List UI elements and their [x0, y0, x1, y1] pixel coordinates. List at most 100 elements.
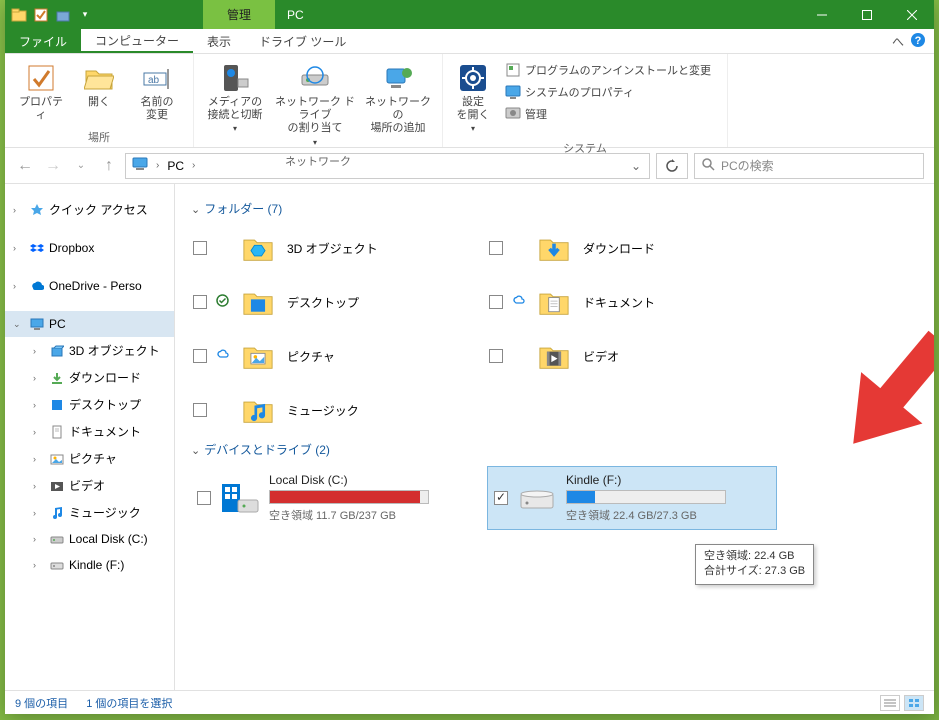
- computer-tab[interactable]: コンピューター: [81, 29, 193, 53]
- network-location-icon: [382, 62, 414, 94]
- content-pane[interactable]: フォルダー (7) 3D オブジェクトダウンロードデスクトップドキュメントピクチ…: [175, 184, 934, 690]
- nav-sub-item[interactable]: ›ミュージック: [5, 499, 174, 526]
- qat-new-folder-icon[interactable]: [55, 7, 71, 23]
- nav-sub-item[interactable]: ›ピクチャ: [5, 445, 174, 472]
- folder-item[interactable]: 3D オブジェクト: [191, 225, 481, 271]
- nav-quick-access[interactable]: › クイック アクセス: [5, 196, 174, 223]
- refresh-button[interactable]: [656, 153, 688, 179]
- system-properties-button[interactable]: システムのプロパティ: [501, 82, 715, 102]
- desktop-icon: [49, 397, 65, 413]
- expand-icon[interactable]: ›: [33, 400, 45, 410]
- properties-button[interactable]: プロパティ: [13, 58, 69, 126]
- item-checkbox[interactable]: [494, 491, 508, 505]
- close-button[interactable]: [889, 0, 934, 29]
- expand-icon[interactable]: ›: [13, 243, 25, 253]
- view-tab[interactable]: 表示: [193, 29, 245, 53]
- nav-sub-item[interactable]: › ドキュメント: [5, 418, 174, 445]
- folder-icon: [533, 281, 575, 323]
- nav-sub-item[interactable]: ›Kindle (F:): [5, 552, 174, 578]
- expand-icon[interactable]: ›: [33, 481, 45, 491]
- item-checkbox[interactable]: [193, 295, 207, 309]
- collapse-ribbon-icon[interactable]: へ: [892, 33, 904, 50]
- nav-sub-item[interactable]: ›3D オブジェクト: [5, 337, 174, 364]
- qat-dropdown-icon[interactable]: ▾: [77, 7, 93, 23]
- item-checkbox[interactable]: [193, 241, 207, 255]
- nav-item-label: ドキュメント: [69, 423, 141, 440]
- rename-button[interactable]: ab 名前の 変更: [129, 58, 185, 126]
- uninstall-programs-button[interactable]: プログラムのアンインストールと変更: [501, 60, 715, 80]
- large-icons-view-button[interactable]: [904, 695, 924, 711]
- item-checkbox[interactable]: [489, 241, 503, 255]
- item-checkbox[interactable]: [193, 349, 207, 363]
- nav-pc[interactable]: ⌄ PC: [5, 311, 174, 337]
- details-view-button[interactable]: [880, 695, 900, 711]
- breadcrumb-chevron-icon[interactable]: ›: [190, 160, 197, 171]
- address-history-dropdown[interactable]: ⌄: [629, 159, 643, 173]
- window-title: PC: [275, 0, 316, 29]
- folder-label: デスクトップ: [287, 294, 479, 311]
- drive-item[interactable]: Local Disk (C:)空き領域 11.7 GB/237 GB: [191, 466, 481, 530]
- folder-icon: [237, 227, 279, 269]
- title-bar: ▾ 管理 PC: [5, 0, 934, 29]
- dropbox-icon: [29, 240, 45, 256]
- drive-item[interactable]: Kindle (F:)空き領域 22.4 GB/27.3 GB: [487, 466, 777, 530]
- nav-onedrive[interactable]: › OneDrive - Perso: [5, 273, 174, 299]
- minimize-button[interactable]: [799, 0, 844, 29]
- help-icon[interactable]: ?: [910, 32, 926, 51]
- status-bar: 9 個の項目 1 個の項目を選択: [5, 690, 934, 714]
- breadcrumb-pc[interactable]: PC: [167, 159, 184, 173]
- folder-item[interactable]: ドキュメント: [487, 279, 777, 325]
- drive-tools-tab[interactable]: ドライブ ツール: [245, 29, 360, 53]
- expand-icon[interactable]: ›: [33, 508, 45, 518]
- breadcrumb-chevron-icon[interactable]: ›: [154, 160, 161, 171]
- nav-sub-item[interactable]: ›ダウンロード: [5, 364, 174, 391]
- collapse-icon[interactable]: ⌄: [13, 319, 25, 330]
- item-checkbox[interactable]: [489, 349, 503, 363]
- add-network-location-button[interactable]: ネットワークの 場所の追加: [362, 58, 434, 140]
- item-checkbox[interactable]: [489, 295, 503, 309]
- open-button[interactable]: 開く: [71, 58, 127, 113]
- file-tab[interactable]: ファイル: [5, 29, 81, 53]
- folders-group-header[interactable]: フォルダー (7): [187, 192, 922, 225]
- media-connect-button[interactable]: メディアの 接続と切断 ▾: [202, 58, 268, 138]
- manage-button[interactable]: 管理: [501, 104, 715, 124]
- recent-locations-button[interactable]: ⌄: [71, 160, 91, 171]
- expand-icon[interactable]: ›: [33, 373, 45, 383]
- drives-grid: Local Disk (C:)空き領域 11.7 GB/237 GBKindle…: [187, 466, 922, 530]
- expand-icon[interactable]: ›: [33, 454, 45, 464]
- item-checkbox[interactable]: [193, 403, 207, 417]
- expand-icon[interactable]: ›: [33, 560, 45, 570]
- nav-dropbox[interactable]: › Dropbox: [5, 235, 174, 261]
- open-settings-button[interactable]: 設定 を開く ▾: [451, 58, 495, 138]
- qat-properties-icon[interactable]: [33, 7, 49, 23]
- forward-button[interactable]: →: [43, 157, 63, 175]
- nav-sub-item[interactable]: ›Local Disk (C:): [5, 526, 174, 552]
- sync-status-icon: [511, 294, 525, 310]
- item-checkbox[interactable]: [197, 491, 211, 505]
- address-bar[interactable]: › PC › ⌄: [125, 153, 650, 179]
- nav-sub-item[interactable]: ›ビデオ: [5, 472, 174, 499]
- folder-item[interactable]: ピクチャ: [191, 333, 481, 379]
- folder-item[interactable]: ミュージック: [191, 387, 481, 433]
- navigation-pane[interactable]: › クイック アクセス › Dropbox › OneDrive - Perso…: [5, 184, 175, 690]
- folder-item[interactable]: ダウンロード: [487, 225, 777, 271]
- expand-icon[interactable]: ›: [33, 427, 45, 437]
- folder-item[interactable]: デスクトップ: [191, 279, 481, 325]
- up-button[interactable]: ↑: [99, 157, 119, 175]
- expand-icon[interactable]: ›: [13, 281, 25, 291]
- search-box[interactable]: PCの検索: [694, 153, 924, 179]
- onedrive-icon: [29, 278, 45, 294]
- maximize-button[interactable]: [844, 0, 889, 29]
- folder-item[interactable]: ビデオ: [487, 333, 777, 379]
- back-button[interactable]: ←: [15, 157, 35, 175]
- expand-icon[interactable]: ›: [33, 534, 45, 544]
- ribbon-group-location: プロパティ 開く ab 名前の 変更 場所: [5, 54, 194, 147]
- drive-info: Local Disk (C:)空き領域 11.7 GB/237 GB: [269, 473, 475, 523]
- quick-access-toolbar: ▾: [5, 0, 93, 29]
- map-drive-button[interactable]: ネットワーク ドライブ の割り当て ▾: [270, 58, 360, 151]
- expand-icon[interactable]: ›: [33, 346, 45, 356]
- nav-sub-item[interactable]: ›デスクトップ: [5, 391, 174, 418]
- drives-group-header[interactable]: デバイスとドライブ (2): [187, 433, 922, 466]
- expand-icon[interactable]: ›: [13, 205, 25, 215]
- open-folder-icon: [83, 62, 115, 94]
